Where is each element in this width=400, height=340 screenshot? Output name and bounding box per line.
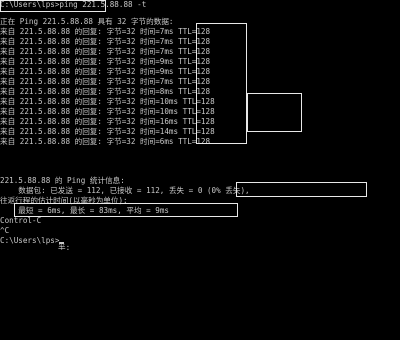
reply-line: 来自 221.5.88.88 的回复: 字节=32 时间=6ms TTL=128 — [0, 137, 211, 145]
rtt-values-line: 最短 = 6ms, 最长 = 83ms, 平均 = 9ms — [0, 206, 170, 215]
stats-title-line: 221.5.88.88 的 Ping 统计信息: — [0, 176, 125, 185]
rtt-title-line: 往返行程的估计时间(以毫秒为单位): — [0, 196, 128, 205]
reply-line: 来自 221.5.88.88 的回复: 字节=32 时间=7ms TTL=128 — [0, 27, 211, 36]
reply-line: 来自 221.5.88.88 的回复: 字节=32 时间=7ms TTL=128 — [0, 37, 211, 46]
reply-line: 来自 221.5.88.88 的回复: 字节=32 时间=9ms TTL=128 — [0, 57, 211, 66]
ime-status: 半: — [58, 243, 71, 250]
stats-packets-line: 数据包: 已发送 = 112, 已接收 = 112, 丢失 = 0 (0% 丢失… — [0, 186, 250, 195]
scroll-gap — [0, 145, 400, 175]
reply-line: 来自 221.5.88.88 的回复: 字节=32 时间=10ms TTL=12… — [0, 107, 215, 116]
reply-line: 来自 221.5.88.88 的回复: 字节=32 时间=10ms TTL=12… — [0, 97, 215, 106]
control-c-line: Control-C — [0, 216, 42, 225]
high-latency-highlight-box — [247, 93, 302, 132]
reply-line: 来自 221.5.88.88 的回复: 字节=32 时间=8ms TTL=128 — [0, 87, 211, 96]
final-prompt-line[interactable]: C:\Users\lps> — [0, 236, 65, 246]
final-prompt: C:\Users\lps> — [0, 236, 60, 245]
reply-line: 来自 221.5.88.88 的回复: 字节=32 时间=16ms TTL=12… — [0, 117, 215, 126]
packet-loss-highlight-box — [236, 182, 367, 197]
ping-command-line: C:\Users\lps>ping 221.5.88.88 -t — [0, 0, 147, 9]
reply-line: 来自 221.5.88.88 的回复: 字节=32 时间=7ms TTL=128 — [0, 47, 211, 56]
ping-header-line: 正在 Ping 221.5.88.88 具有 32 字节的数据: — [0, 17, 174, 26]
console-window[interactable]: C:\Users\lps>ping 221.5.88.88 -t 正在 Ping… — [0, 0, 400, 250]
reply-line: 来自 221.5.88.88 的回复: 字节=32 时间=7ms TTL=128 — [0, 77, 211, 86]
ctrl-c-echo-line: ^C — [0, 226, 10, 235]
reply-line: 来自 221.5.88.88 的回复: 字节=32 时间=14ms TTL=12… — [0, 127, 215, 136]
reply-line: 来自 221.5.88.88 的回复: 字节=32 时间=9ms TTL=128 — [0, 67, 211, 76]
